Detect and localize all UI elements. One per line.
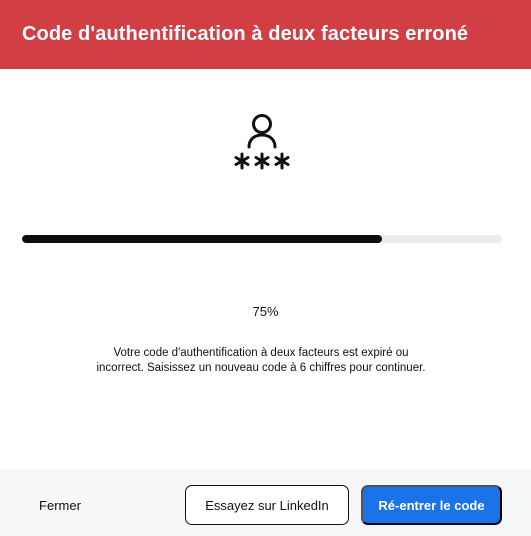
progress-bar [22,235,502,243]
error-message: Votre code d'authentification à deux fac… [96,347,426,374]
dialog-title: Code d'authentification à deux facteurs … [22,23,469,45]
try-linkedin-button[interactable]: Essayez sur LinkedIn [185,485,349,525]
close-button[interactable]: Fermer [22,486,98,524]
progress-bar-fill [22,235,382,243]
two-factor-error-dialog: Code d'authentification à deux facteurs … [0,0,531,536]
progress-percent: 75% [252,304,279,319]
dialog-header: Code d'authentification à deux facteurs … [0,0,531,69]
reenter-code-button[interactable]: Ré-entrer le code [361,485,502,525]
user-password-icon [228,110,296,174]
